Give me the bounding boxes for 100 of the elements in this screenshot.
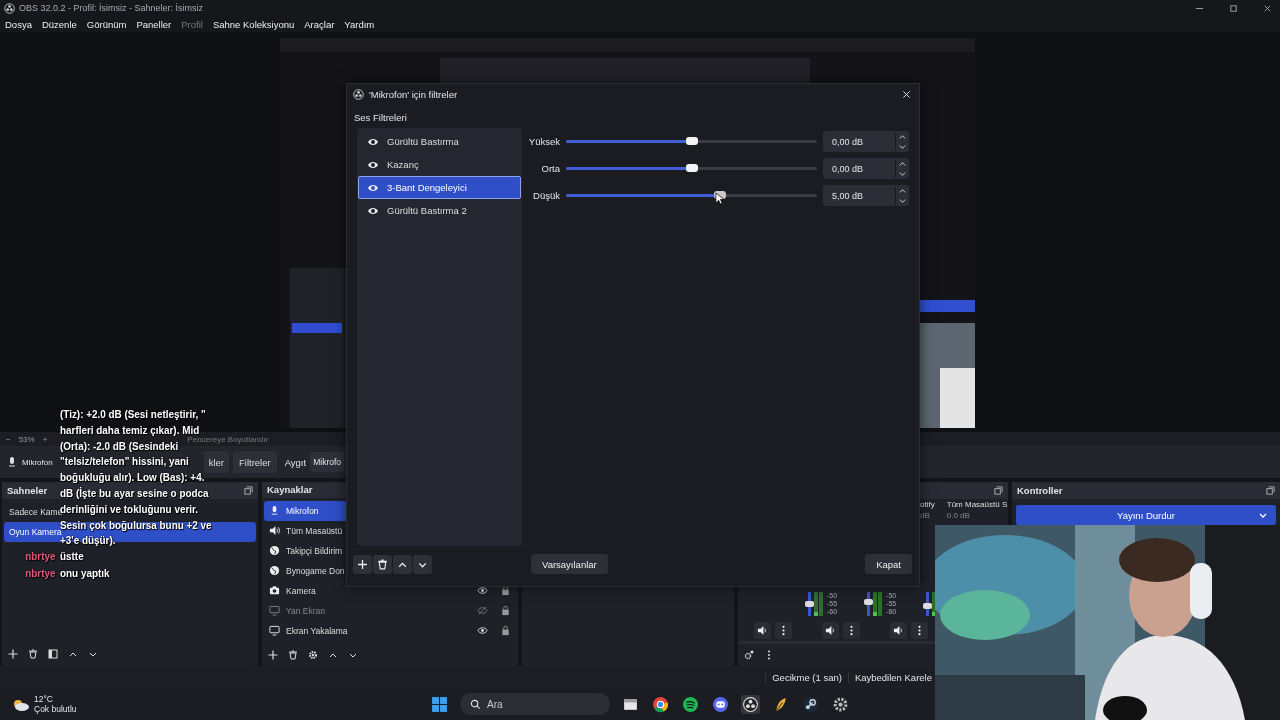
panel-title: Kontroller [1017, 485, 1063, 496]
volume-slider[interactable] [926, 592, 930, 616]
source-item[interactable]: Yan Ekran [264, 600, 516, 621]
more-icon[interactable] [775, 622, 792, 639]
chat-text-line: boğukluğu alır). Low (Bas): +4. [60, 471, 205, 486]
undock-icon[interactable] [1266, 486, 1275, 495]
slider-track[interactable] [566, 167, 817, 170]
add-icon [357, 558, 368, 570]
search-field[interactable]: Ara [460, 693, 610, 715]
defaults-button[interactable]: Varsayılanlar [531, 554, 608, 574]
slider-handle[interactable] [685, 164, 698, 172]
add-button[interactable] [353, 554, 372, 574]
slider-track[interactable] [566, 194, 817, 197]
delete-button[interactable] [373, 554, 392, 574]
move-up-button[interactable] [393, 554, 412, 574]
game-store-icon[interactable] [801, 694, 820, 714]
undock-icon[interactable] [244, 486, 253, 495]
globe-icon [269, 565, 280, 577]
move-down-button[interactable] [413, 554, 432, 574]
stop-stream-button[interactable]: Yayını Durdur [1016, 505, 1276, 525]
value-spinbox[interactable]: 0,00 dB [823, 158, 909, 179]
menu-item[interactable]: Görünüm [86, 18, 127, 30]
start-icon[interactable] [430, 694, 449, 714]
chat-text-line: dB (İşte bu ayar sesine o podca [60, 487, 209, 501]
chat-app-icon[interactable] [711, 694, 730, 714]
level-meter-drawing [814, 592, 824, 616]
settings-icon[interactable] [744, 650, 754, 660]
volume-slider[interactable] [808, 592, 811, 616]
eye-icon[interactable] [477, 625, 488, 637]
more-icon[interactable] [843, 622, 860, 639]
chat-username: nbrtye [24, 567, 56, 582]
filters-button[interactable]: Filtreler [233, 451, 277, 473]
browser-icon[interactable] [651, 694, 670, 714]
zoom-level: 53% [18, 434, 35, 444]
volume-slider[interactable] [867, 592, 871, 616]
undock-icon[interactable] [994, 486, 1003, 495]
app-logo-icon [353, 88, 364, 100]
zoom-out-button[interactable]: − [6, 434, 11, 444]
channel-name: Tüm Masaüstü S [946, 500, 1008, 510]
close-button[interactable]: Kapat [865, 554, 912, 574]
lock-icon[interactable] [500, 605, 511, 617]
channel-name: otify [920, 500, 936, 510]
hidden-eye-icon[interactable] [477, 605, 488, 617]
filter-item[interactable]: 3-Bant Dengeleyici [358, 176, 521, 199]
menu-item[interactable]: Düzenle [41, 18, 77, 30]
fit-window-button[interactable]: Pencereye Boyutlandır [187, 434, 269, 444]
menu-item[interactable]: Yardım [344, 18, 375, 30]
lock-icon[interactable] [500, 625, 511, 637]
chat-text-line: harfleri daha temiz çıkar). Mid [60, 423, 200, 437]
filter-icon[interactable] [48, 649, 58, 659]
menu-item[interactable]: Dosya [5, 18, 32, 30]
source-item[interactable]: Takipçi Bildirim [264, 540, 516, 561]
menu-item[interactable]: Paneller [136, 18, 172, 30]
panel-title: Sahneler [7, 485, 48, 496]
chat-text-line: "telsiz/telefon" hissini, yani [60, 455, 189, 470]
source-item[interactable]: Bynogame Don [264, 560, 516, 581]
trash-icon[interactable] [288, 649, 298, 660]
selected-source-name: Mikrofon [22, 457, 53, 467]
maximize-icon[interactable] [1229, 3, 1238, 13]
filter-item[interactable]: Gürültü Bastırma 2 [358, 199, 521, 222]
more-icon[interactable] [911, 622, 928, 639]
source-item[interactable]: Kamera [264, 580, 516, 601]
source-item[interactable]: Ekran Yakalama [264, 620, 516, 641]
slider-track[interactable] [566, 140, 817, 143]
value-spinbox[interactable]: 5,00 dB [823, 185, 909, 206]
device-label: Aygıt [284, 456, 307, 468]
trash-icon[interactable] [28, 649, 38, 659]
lock-icon[interactable] [500, 585, 511, 597]
menu-item[interactable]: Araçlar [304, 18, 335, 30]
filter-item[interactable]: Gürültü Bastırma [358, 130, 521, 153]
speaker-icon[interactable] [890, 622, 907, 639]
chat-text-line: Sesin çok boğulursa bunu +2 ve [60, 518, 212, 531]
settings-icon[interactable] [308, 649, 318, 660]
speaker-icon[interactable] [822, 622, 839, 639]
device-dropdown[interactable]: Mikrofo [310, 452, 345, 472]
menu-item[interactable]: Sahne Koleksiyonu [212, 18, 295, 30]
music-app-icon[interactable] [681, 694, 700, 714]
add-icon[interactable] [268, 649, 278, 660]
properties-button[interactable]: kler [203, 451, 229, 473]
eye-icon[interactable] [477, 585, 488, 597]
slider-handle[interactable] [864, 599, 874, 606]
status-text: Kaybedilen Karele [847, 671, 932, 683]
trash-icon [377, 558, 388, 570]
level-meter-drawing [873, 592, 884, 616]
recorder-app-icon[interactable] [741, 694, 760, 714]
monitor-icon [269, 605, 280, 617]
zoom-in-button[interactable]: + [42, 434, 48, 444]
slider-handle[interactable] [685, 137, 698, 145]
source-item[interactable]: Tüm Masaüstü [264, 520, 516, 541]
section-label: Ses Filtreleri [354, 112, 407, 123]
close-icon[interactable] [1263, 3, 1272, 13]
filter-item[interactable]: Kazanç [358, 153, 521, 176]
value-spinbox[interactable]: 0,00 dB [823, 131, 909, 152]
temperature: 12°C [34, 694, 54, 704]
slider-handle[interactable] [923, 602, 933, 609]
channel-volume: dB [920, 511, 931, 521]
search-icon [470, 698, 481, 710]
slider-handle[interactable] [805, 601, 814, 607]
add-icon[interactable] [8, 649, 18, 659]
speaker-icon[interactable] [754, 622, 771, 639]
